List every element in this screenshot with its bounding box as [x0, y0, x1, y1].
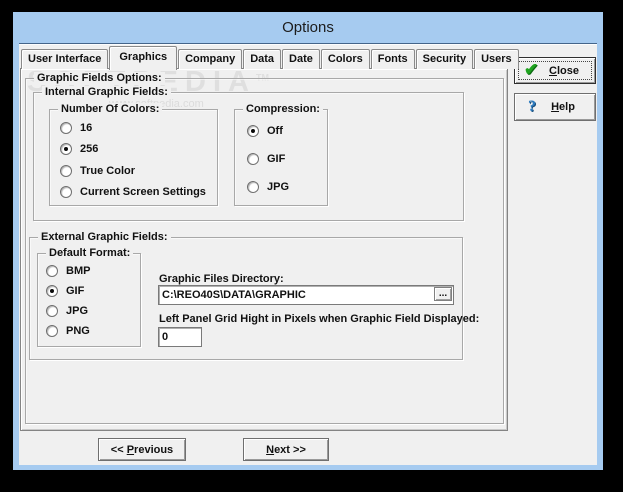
- radio-button-icon[interactable]: [46, 284, 58, 297]
- radio-button-icon[interactable]: [46, 264, 58, 277]
- tab-security[interactable]: Security: [415, 49, 474, 69]
- group-label: Compression:: [243, 103, 323, 116]
- radio-button-icon[interactable]: [46, 324, 58, 337]
- group-default-format: Default Format: BMP GIF JPG PNG: [37, 247, 141, 347]
- help-button[interactable]: ? Help: [514, 93, 596, 121]
- radio-label: 16: [80, 121, 93, 134]
- next-button[interactable]: Next >>: [243, 438, 329, 461]
- radio-label: Off: [267, 124, 283, 137]
- radio-compression-gif[interactable]: GIF: [247, 152, 285, 165]
- graphic-files-directory-input[interactable]: [158, 285, 454, 305]
- dialog-client-area: User Interface Graphics Company Data Dat…: [19, 43, 597, 465]
- group-label: Number Of Colors:: [58, 103, 163, 116]
- radio-16[interactable]: 16: [60, 121, 92, 134]
- radio-format-bmp[interactable]: BMP: [46, 264, 90, 277]
- tab-graphics[interactable]: Graphics: [109, 46, 178, 70]
- graphics-tab-panel: SOFTPEDIATM www.softpedia.com Graphic Fi…: [20, 66, 508, 431]
- radio-button-icon[interactable]: [60, 164, 72, 177]
- group-compression: Compression: Off GIF JPG: [234, 103, 328, 206]
- tab-company[interactable]: Company: [178, 49, 243, 69]
- radio-button-icon[interactable]: [60, 185, 72, 198]
- next-button-label: Next >>: [266, 443, 306, 456]
- close-button[interactable]: ✔ Close: [514, 57, 596, 84]
- group-label: Graphic Fields Options:: [34, 72, 165, 85]
- group-label: Default Format:: [46, 247, 134, 260]
- tab-users[interactable]: Users: [474, 49, 519, 69]
- group-label: External Graphic Fields:: [38, 231, 171, 244]
- tab-data[interactable]: Data: [243, 49, 282, 69]
- radio-format-png[interactable]: PNG: [46, 324, 90, 337]
- tab-fonts[interactable]: Fonts: [370, 49, 415, 69]
- radio-label: GIF: [66, 284, 85, 297]
- green-checkmark-icon: ✔: [524, 60, 539, 79]
- radio-current-screen-settings[interactable]: Current Screen Settings: [60, 185, 206, 198]
- graphic-files-directory-field: ...: [158, 285, 454, 305]
- radio-format-gif[interactable]: GIF: [46, 284, 84, 297]
- previous-button-label: << Previous: [110, 443, 174, 456]
- radio-button-icon[interactable]: [46, 304, 58, 317]
- help-button-label: Help: [551, 101, 575, 113]
- radio-compression-jpg[interactable]: JPG: [247, 180, 289, 193]
- tab-user-interface[interactable]: User Interface: [21, 49, 109, 69]
- radio-label: True Color: [80, 164, 136, 177]
- radio-button-icon[interactable]: [247, 180, 259, 193]
- radio-label: PNG: [66, 324, 90, 337]
- radio-button-icon[interactable]: [60, 121, 72, 134]
- tab-colors[interactable]: Colors: [320, 49, 370, 69]
- graphic-files-directory-label: Graphic Files Directory:: [159, 273, 284, 285]
- radio-256[interactable]: 256: [60, 142, 98, 155]
- title-bar[interactable]: Options: [13, 12, 603, 43]
- browse-button[interactable]: ...: [434, 287, 452, 301]
- group-number-of-colors: Number Of Colors: 16 256 True Color Curr…: [49, 103, 218, 206]
- question-mark-icon: ?: [528, 98, 536, 115]
- radio-compression-off[interactable]: Off: [247, 124, 283, 137]
- radio-format-jpg[interactable]: JPG: [46, 304, 88, 317]
- previous-button[interactable]: << Previous: [98, 438, 186, 461]
- tab-date[interactable]: Date: [282, 49, 320, 69]
- grid-height-input[interactable]: [158, 327, 202, 347]
- group-label: Internal Graphic Fields:: [42, 86, 171, 99]
- radio-true-color[interactable]: True Color: [60, 164, 135, 177]
- radio-button-icon[interactable]: [247, 152, 259, 165]
- tab-strip: User Interface Graphics Company Data Dat…: [21, 46, 520, 70]
- radio-label: GIF: [267, 152, 286, 165]
- radio-button-icon[interactable]: [247, 124, 259, 137]
- radio-label: JPG: [66, 304, 89, 317]
- options-dialog-window: Options User Interface Graphics Company …: [13, 12, 603, 470]
- radio-label: 256: [80, 142, 99, 155]
- window-title: Options: [282, 19, 334, 36]
- radio-label: JPG: [267, 180, 290, 193]
- radio-label: Current Screen Settings: [80, 185, 206, 198]
- radio-label: BMP: [66, 264, 91, 277]
- radio-button-icon[interactable]: [60, 142, 72, 155]
- grid-height-label: Left Panel Grid Hight in Pixels when Gra…: [159, 313, 480, 325]
